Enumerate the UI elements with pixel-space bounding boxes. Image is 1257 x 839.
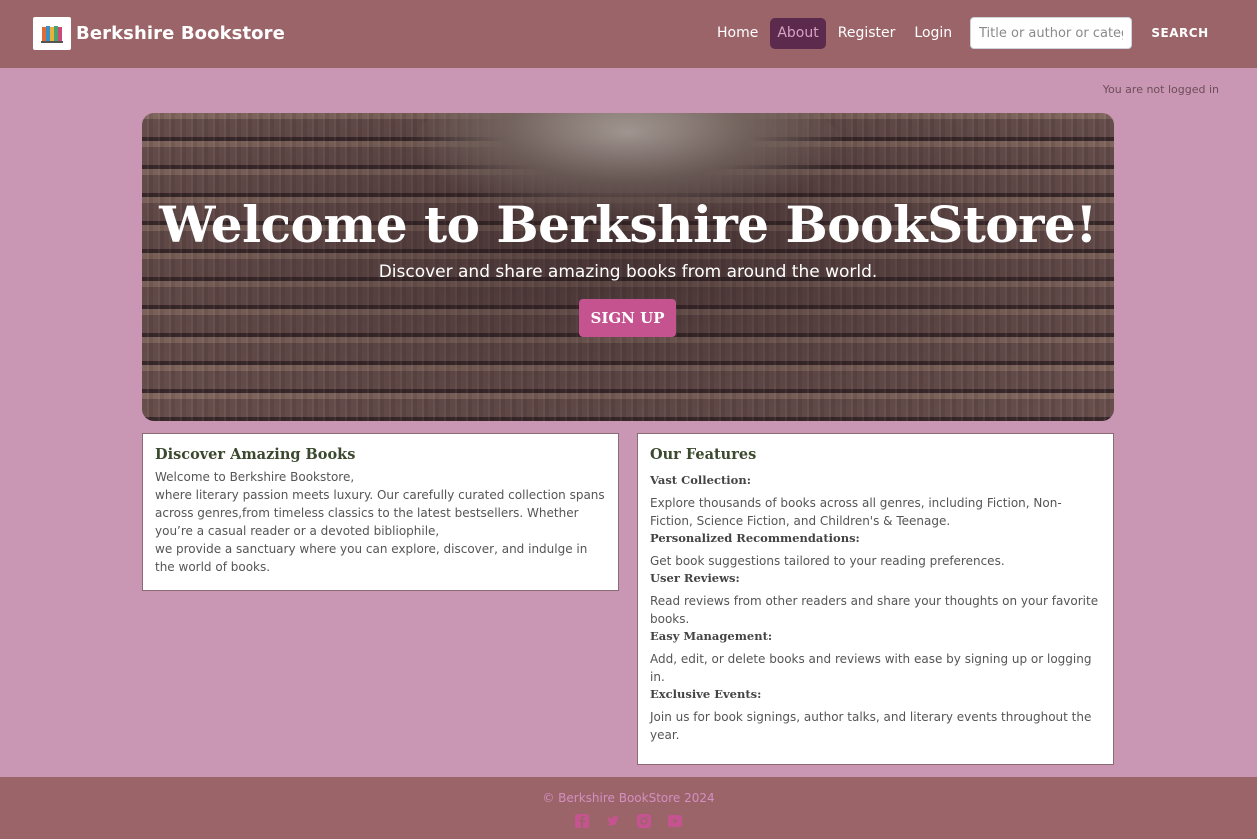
features-card: Our Features Vast Collection: Explore th…: [637, 433, 1114, 765]
social-links: [0, 813, 1257, 828]
footer: © Berkshire BookStore 2024: [0, 777, 1257, 839]
sign-up-button[interactable]: SIGN UP: [579, 299, 676, 337]
navbar: Berkshire Bookstore Home About Register …: [0, 0, 1257, 68]
features-title: Our Features: [650, 446, 757, 463]
instagram-icon[interactable]: [637, 813, 651, 828]
nav-register[interactable]: Register: [831, 18, 903, 49]
search-input[interactable]: [970, 17, 1132, 49]
discover-line: where literary passion meets luxury. Our…: [155, 488, 605, 538]
feature-name: Easy Management:: [650, 629, 773, 643]
brand-name: Berkshire Bookstore: [76, 23, 285, 44]
discover-title: Discover Amazing Books: [155, 446, 356, 463]
hero-banner: Welcome to Berkshire BookStore! Discover…: [142, 113, 1114, 421]
search-button[interactable]: SEARCH: [1144, 17, 1216, 49]
discover-card: Discover Amazing Books Welcome to Berksh…: [142, 433, 619, 591]
brand[interactable]: Berkshire Bookstore: [33, 17, 285, 50]
discover-line: Welcome to Berkshire Bookstore,: [155, 470, 355, 484]
feature-desc: Add, edit, or delete books and reviews w…: [650, 652, 1092, 684]
feature-desc: Get book suggestions tailored to your re…: [650, 554, 1005, 568]
bookstore-logo-icon: [33, 17, 71, 50]
discover-line: we provide a sanctuary where you can exp…: [155, 542, 588, 574]
twitter-icon[interactable]: [606, 813, 620, 827]
nav-login[interactable]: Login: [907, 18, 959, 49]
feature-name: Personalized Recommendations:: [650, 531, 860, 545]
hero-title: Welcome to Berkshire BookStore!: [159, 195, 1097, 254]
feature-name: Exclusive Events:: [650, 687, 762, 701]
nav-links: Home About Register Login: [710, 18, 964, 49]
feature-name: User Reviews:: [650, 571, 740, 585]
facebook-icon[interactable]: [575, 813, 589, 828]
feature-name: Vast Collection:: [650, 473, 751, 487]
nav-about[interactable]: About: [770, 18, 826, 49]
footer-copyright: © Berkshire BookStore 2024: [542, 791, 715, 805]
hero-subtitle: Discover and share amazing books from ar…: [378, 262, 878, 282]
login-status: You are not logged in: [1102, 83, 1219, 96]
nav-home[interactable]: Home: [710, 18, 765, 49]
youtube-icon[interactable]: [668, 813, 682, 827]
feature-desc: Join us for book signings, author talks,…: [650, 710, 1092, 742]
feature-desc: Read reviews from other readers and shar…: [650, 594, 1099, 626]
feature-desc: Explore thousands of books across all ge…: [650, 496, 1062, 528]
